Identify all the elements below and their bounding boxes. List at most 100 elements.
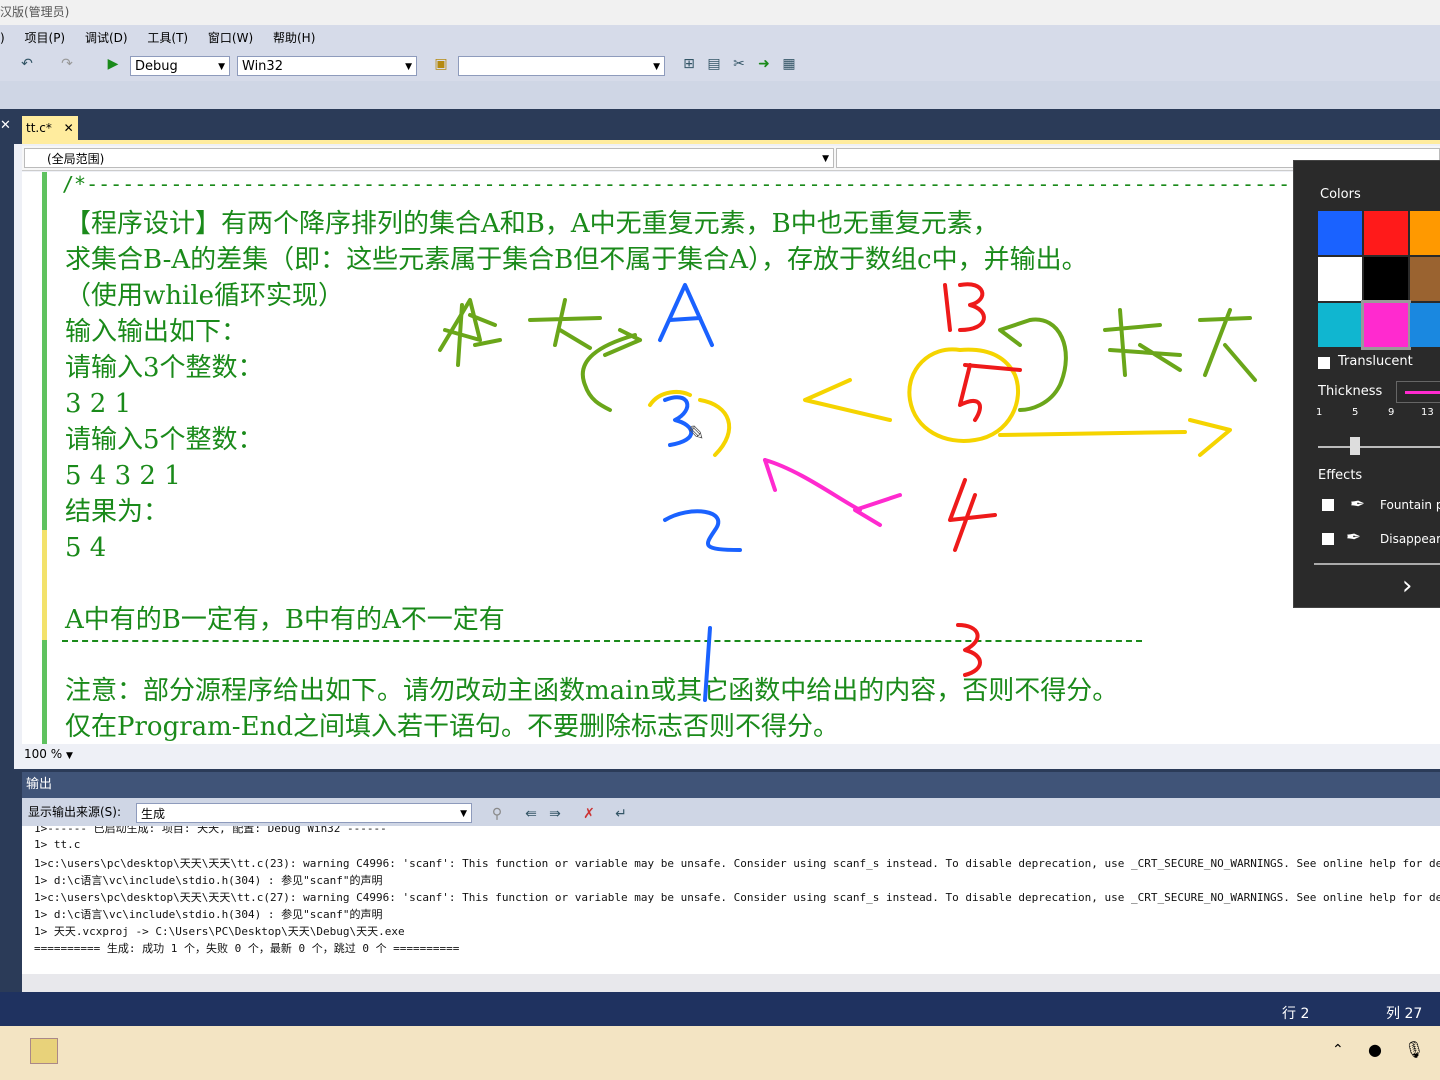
output-horizontal-scrollbar[interactable]: [22, 974, 1440, 992]
comment-start: /*--------------------------------------…: [62, 172, 1423, 196]
status-row: 行 2: [1282, 1006, 1310, 1022]
menu-help[interactable]: 帮助(H): [273, 31, 315, 45]
config-dropdown[interactable]: Debug ▼: [130, 56, 230, 76]
start-page-icon[interactable]: ➜: [755, 55, 773, 73]
swatch-magenta[interactable]: [1361, 300, 1411, 350]
status-bar: 行 2 列 27: [0, 992, 1440, 1026]
change-gutter: [42, 172, 47, 744]
chevron-down-icon: ▼: [218, 62, 225, 72]
menu-bar: ) 项目(P) 调试(D) 工具(T) 窗口(W) 帮助(H): [0, 25, 1440, 51]
properties-icon[interactable]: ▤: [705, 55, 723, 73]
output-title: 输出: [22, 772, 1440, 798]
code-line: 5 4 3 2 1: [65, 461, 181, 491]
chevron-down-icon: ▼: [460, 809, 467, 819]
tab-label: tt.c*: [26, 121, 52, 135]
swatch-blue[interactable]: [1318, 211, 1362, 255]
chevron-down-icon: ▼: [405, 62, 412, 72]
thickness-slider-thumb[interactable]: [1350, 437, 1360, 455]
output-line: 1>c:\users\pc\desktop\天天\天天\tt.c(27): wa…: [34, 891, 1440, 904]
undo-icon[interactable]: ↶: [18, 55, 36, 73]
extension-icon[interactable]: ▦: [780, 55, 798, 73]
chevron-down-icon: ▼: [822, 154, 829, 164]
vs-taskbar-icon[interactable]: [30, 1038, 58, 1064]
tab-tt-c[interactable]: tt.c* ✕: [22, 116, 78, 140]
translucent-checkbox[interactable]: [1318, 357, 1330, 369]
solution-explorer-icon[interactable]: ⊞: [680, 55, 698, 73]
code-line: 5 4: [65, 533, 107, 563]
code-line: 结果为：: [65, 497, 170, 527]
editor-status-strip: [22, 744, 1440, 766]
toolbar-spacer: [0, 81, 1440, 109]
disappearing-ink-icon: ✒: [1346, 527, 1362, 548]
comment-start-text: /*: [62, 172, 87, 196]
swatch-red[interactable]: [1364, 211, 1408, 255]
clear-all-icon[interactable]: ✗: [580, 805, 598, 823]
find-in-files-icon[interactable]: ▣: [432, 55, 450, 73]
config-value: Debug: [135, 59, 178, 74]
toolbox-icon[interactable]: ✂: [730, 55, 748, 73]
platform-dropdown[interactable]: Win32 ▼: [237, 56, 417, 76]
swatch-black[interactable]: [1364, 257, 1408, 301]
zoom-level[interactable]: 100 % ▼: [24, 747, 73, 761]
effects-label: Effects: [1318, 468, 1363, 483]
scope-dropdown[interactable]: (全局范围) ▼: [24, 148, 834, 168]
qq-icon[interactable]: ●: [1368, 1040, 1382, 1059]
thickness-tick: 13: [1421, 407, 1434, 418]
ink-toolbar-panel: Colors Translucent Thickness 1 5 9 13 Ef…: [1293, 160, 1440, 608]
status-col: 列 27: [1386, 1006, 1423, 1022]
zoom-value: 100 %: [24, 747, 63, 761]
fountain-pen-checkbox[interactable]: [1322, 499, 1334, 511]
chevron-down-icon: ▼: [653, 62, 660, 72]
code-line: 3 2 1: [65, 389, 132, 419]
menu-prev-cut[interactable]: ): [0, 31, 5, 45]
previous-message-icon[interactable]: ⇚: [522, 805, 540, 823]
next-page-icon[interactable]: ›: [1402, 569, 1412, 603]
menu-debug[interactable]: 调试(D): [85, 31, 128, 45]
disappearing-label: Disappearing: [1380, 532, 1440, 546]
taskbar: ⌃ ● 🎙: [0, 1026, 1440, 1080]
menu-window[interactable]: 窗口(W): [208, 31, 253, 45]
code-line: 【程序设计】有两个降序排列的集合A和B，A中无重复元素，B中也无重复元素，: [65, 209, 999, 239]
code-line: （使用while循环实现）: [65, 281, 345, 311]
fountain-pen-icon: ✒: [1350, 494, 1366, 515]
start-debug-icon[interactable]: ▶: [104, 55, 122, 73]
menu-project[interactable]: 项目(P): [25, 31, 66, 45]
chevron-up-icon[interactable]: ⌃: [1332, 1042, 1344, 1058]
close-icon[interactable]: ✕: [64, 121, 74, 135]
output-line: 1> tt.c: [34, 838, 81, 851]
chevron-down-icon: ▼: [65, 751, 73, 761]
menu-tools[interactable]: 工具(T): [147, 31, 188, 45]
thickness-tick: 9: [1388, 407, 1395, 418]
code-line: A中有的B一定有，B中有的A不一定有: [65, 605, 505, 635]
code-line: 输入输出如下：: [65, 317, 248, 347]
code-note: 注意：部分源程序给出如下。请勿改动主函数main或其它函数中给出的内容，否则不得…: [65, 676, 1119, 706]
output-source-label: 显示输出来源(S):: [28, 805, 122, 819]
document-tab-strip: [0, 109, 1440, 141]
swatch-orange[interactable]: [1410, 211, 1440, 255]
output-line: 1> d:\c语言\vc\include\stdio.h(304) : 参见"s…: [34, 908, 383, 921]
close-icon[interactable]: ✕: [0, 118, 11, 133]
window-title: 汉版(管理员): [0, 0, 1440, 25]
code-line: 求集合B-A的差集（即：这些元素属于集合B但不属于集合A），存放于数组c中，并输…: [65, 245, 1088, 275]
translucent-label: Translucent: [1338, 354, 1413, 369]
output-line: ========== 生成: 成功 1 个，失败 0 个，最新 0 个，跳过 0…: [34, 942, 460, 955]
output-text-area[interactable]: 1>------ 已启动生成: 项目: 天天, 配置: Debug Win32 …: [22, 826, 1440, 974]
find-message-icon[interactable]: ⚲: [488, 805, 506, 823]
swatch-brown[interactable]: [1410, 257, 1440, 301]
word-wrap-icon[interactable]: ↵: [612, 805, 630, 823]
swatch-cyan[interactable]: [1318, 303, 1362, 347]
redo-icon[interactable]: ↷: [58, 55, 76, 73]
fountain-pen-label: Fountain pen: [1380, 498, 1440, 512]
microphone-icon[interactable]: 🎙: [1404, 1040, 1424, 1059]
disappearing-checkbox[interactable]: [1322, 533, 1334, 545]
change-gutter-unsaved: [42, 530, 47, 640]
thickness-label: Thickness: [1318, 384, 1383, 399]
thickness-slider[interactable]: [1318, 446, 1440, 448]
next-message-icon[interactable]: ⇛: [546, 805, 564, 823]
swatch-lightblue[interactable]: [1410, 303, 1440, 347]
search-dropdown[interactable]: ▼: [458, 56, 665, 76]
swatch-white[interactable]: [1318, 257, 1362, 301]
output-source-dropdown[interactable]: 生成 ▼: [136, 803, 472, 823]
comment-divider: [62, 640, 1142, 642]
output-source-value: 生成: [141, 807, 166, 821]
